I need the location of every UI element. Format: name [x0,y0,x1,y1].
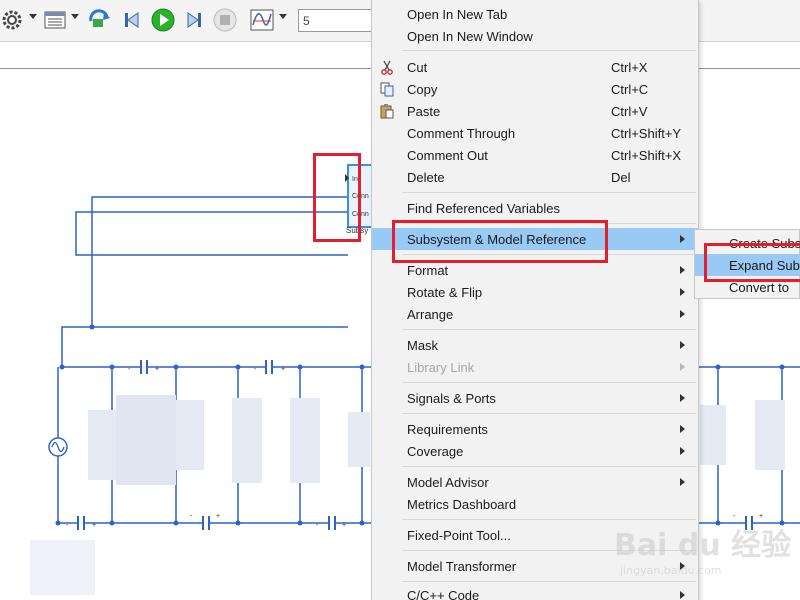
menu-paste[interactable]: Paste Ctrl+V [372,100,698,122]
submenu-arrow-icon [680,266,685,274]
capacitor-minus-sign: - [190,513,193,520]
menu-comment-out[interactable]: Comment Out Ctrl+Shift+X [372,144,698,166]
wire-down [61,326,92,367]
paste-icon [379,103,395,119]
capacitor-minus-sign: - [254,366,257,373]
menu-separator [402,50,696,51]
step-forward-icon[interactable] [182,8,206,32]
submenu-arrow-icon [680,310,685,318]
model-explorer-icon[interactable] [43,8,67,32]
menu-rotate-flip[interactable]: Rotate & Flip [372,281,698,303]
submenu-arrow-icon [680,425,685,433]
inspector-dropdown-arrow-icon[interactable] [279,14,287,19]
blurred-component [700,405,726,465]
blurred-component [30,540,95,595]
menu-metrics-dashboard[interactable]: Metrics Dashboard [372,493,698,515]
ac-source-icon [48,437,68,457]
wire-loop-outer [91,196,348,328]
capacitor-minus-sign: - [316,522,319,529]
capacitor-minus-sign: - [66,522,69,529]
blurred-component [348,412,370,467]
capacitor-plus-sign: + [281,366,286,373]
menu-comment-through[interactable]: Comment Through Ctrl+Shift+Y [372,122,698,144]
settings-dropdown-arrow-icon[interactable] [29,14,37,19]
blurred-component [755,400,785,470]
menu-coverage[interactable]: Coverage [372,440,698,462]
capacitor-top-2 [265,360,273,374]
menu-requirements[interactable]: Requirements [372,418,698,440]
submenu-arrow-icon [680,363,685,371]
copy-icon [379,81,395,97]
capacitor-plus-sign: + [92,522,97,529]
capacitor-minus-sign: - [128,366,131,373]
annotation-highlight-menu-item [392,220,608,263]
capacitor-plus-sign: + [759,513,764,520]
submenu-arrow-icon [680,394,685,402]
annotation-highlight-submenu-item [704,243,800,282]
capacitor-minus-sign: - [733,513,736,520]
update-diagram-icon[interactable] [88,8,112,32]
submenu-arrow-icon [680,478,685,486]
capacitor-bottom-3 [328,516,336,530]
context-menu: Open In New Tab Open In New Window Cut Ct… [371,0,699,600]
blurred-component [232,398,262,483]
menu-signals-ports[interactable]: Signals & Ports [372,387,698,409]
menu-separator [402,413,696,414]
baidu-watermark: Bai du 经验 jingyan.baidu.com [614,520,800,600]
menu-separator [402,382,696,383]
menu-separator [402,329,696,330]
menu-mask[interactable]: Mask [372,334,698,356]
settings-gear-icon[interactable] [0,8,24,32]
stop-icon[interactable] [213,8,237,32]
capacitor-bottom-1 [77,516,85,530]
submenu-arrow-icon [680,341,685,349]
watermark-url: jingyan.baidu.com [620,564,722,577]
menu-open-in-new-window[interactable]: Open In New Window [372,25,698,47]
submenu-arrow-icon [680,447,685,455]
scissors-icon [379,59,395,75]
menu-library-link: Library Link [372,356,698,378]
capacitor-top-1 [140,360,148,374]
blurred-component [176,400,204,470]
menu-model-advisor[interactable]: Model Advisor [372,471,698,493]
blurred-component [290,398,320,483]
step-back-icon[interactable] [120,8,144,32]
watermark-brand: Bai du 经验 [614,528,792,563]
explorer-dropdown-arrow-icon[interactable] [71,14,79,19]
menu-delete[interactable]: Delete Del [372,166,698,188]
capacitor-plus-sign: + [216,513,221,520]
blurred-component [116,395,176,485]
menu-separator [402,192,696,193]
capacitor-plus-sign: + [155,366,160,373]
capacitor-bottom-2 [202,516,210,530]
wire-loop-inner [75,211,348,256]
run-play-icon[interactable] [151,8,175,32]
menu-arrange[interactable]: Arrange [372,303,698,325]
capacitor-plus-sign: + [342,522,347,529]
submenu-arrow-icon [680,235,685,243]
menu-find-referenced-variables[interactable]: Find Referenced Variables [372,197,698,219]
simulation-stop-time-input[interactable] [298,9,378,32]
menu-open-in-new-tab[interactable]: Open In New Tab [372,3,698,25]
blurred-component [88,410,116,480]
annotation-highlight-subsystem [313,153,361,242]
menu-copy[interactable]: Copy Ctrl+C [372,78,698,100]
menu-cut[interactable]: Cut Ctrl+X [372,56,698,78]
data-inspector-icon[interactable] [250,8,274,32]
submenu-arrow-icon [680,288,685,296]
menu-separator [402,466,696,467]
